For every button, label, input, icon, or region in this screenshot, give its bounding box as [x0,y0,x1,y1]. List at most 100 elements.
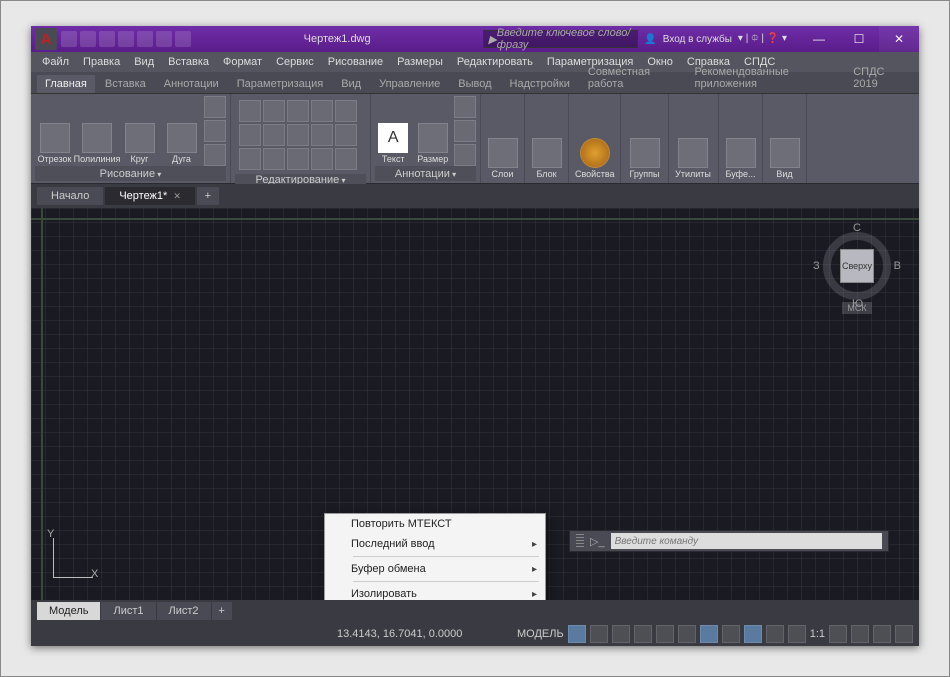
status-transp-icon[interactable] [744,625,762,643]
annot-misc-icon[interactable] [454,144,476,166]
command-input[interactable] [611,533,882,549]
ribtab-home[interactable]: Главная [37,75,95,93]
status-osnap-icon[interactable] [656,625,674,643]
annot-misc-icon[interactable] [454,120,476,142]
viewcube[interactable]: С Ю В З Сверху МСК [817,220,897,330]
ctx-item[interactable]: Повторить МТЕКСТ [325,514,545,534]
ribtab-collab[interactable]: Совместная работа [580,63,685,93]
modify-icon[interactable] [263,124,285,146]
status-sc-icon[interactable] [788,625,806,643]
modify-icon[interactable] [335,148,357,170]
tool-groups[interactable]: Группы [625,96,664,181]
tool-line[interactable]: Отрезок [35,96,74,166]
ribtab-annot[interactable]: Аннотации [156,75,227,93]
ribtab-manage[interactable]: Управление [371,75,448,93]
modify-icon[interactable] [239,148,261,170]
tool-arc[interactable]: Дуга [162,96,201,166]
ribtab-view[interactable]: Вид [333,75,369,93]
tool-view[interactable]: Вид [767,96,802,181]
qat-open-icon[interactable] [80,31,96,47]
signin-link[interactable]: Вход в службы [663,34,732,45]
ctx-item[interactable]: Последний ввод [325,534,545,554]
qat-redo-icon[interactable] [175,31,191,47]
tool-circle[interactable]: Круг [120,96,159,166]
status-iso-icon[interactable] [873,625,891,643]
status-gear-icon[interactable] [829,625,847,643]
ribtab-param[interactable]: Параметризация [229,75,331,93]
help-search-input[interactable]: ▶ Введите ключевое слово/фразу [483,30,638,48]
tool-utilities[interactable]: Утилиты [673,96,713,181]
status-dyn-icon[interactable] [700,625,718,643]
tool-properties[interactable]: Свойства [573,96,617,181]
status-max-icon[interactable] [851,625,869,643]
panel-annot-title[interactable]: Аннотации [395,168,456,180]
status-qp-icon[interactable] [766,625,784,643]
menu-modify[interactable]: Редактировать [450,54,540,70]
tool-layers[interactable]: Слои [485,96,520,181]
tool-block[interactable]: Блок [529,96,564,181]
menu-file[interactable]: Файл [35,54,76,70]
modify-icon[interactable] [311,100,333,122]
app-icon[interactable]: A [35,28,57,50]
ribtab-featured[interactable]: Рекомендованные приложения [687,63,844,93]
modify-icon[interactable] [287,100,309,122]
modify-icon[interactable] [311,124,333,146]
tool-clipboard[interactable]: Буфе... [723,96,758,181]
close-button[interactable]: ✕ [879,26,919,52]
modify-icon[interactable] [239,100,261,122]
status-snap-icon[interactable] [590,625,608,643]
maximize-button[interactable]: ☐ [839,26,879,52]
viewcube-top-face[interactable]: Сверху [840,249,874,283]
tool-text[interactable]: AТекст [375,96,412,166]
minimize-button[interactable]: — [799,26,839,52]
modify-icon[interactable] [239,124,261,146]
ribtab-insert[interactable]: Вставка [97,75,154,93]
menu-format[interactable]: Формат [216,54,269,70]
command-line[interactable]: ▷_ [569,530,889,552]
status-clean-icon[interactable] [895,625,913,643]
tab-layout1[interactable]: Лист1 [101,602,155,620]
qat-undo-icon[interactable] [156,31,172,47]
modify-icon[interactable] [287,148,309,170]
status-ortho-icon[interactable] [612,625,630,643]
status-otrack-icon[interactable] [678,625,696,643]
user-icon[interactable]: 👤 [644,34,656,45]
new-tab-button[interactable]: + [197,187,219,205]
close-tab-icon[interactable]: ✕ [173,191,181,202]
menu-insert[interactable]: Вставка [161,54,216,70]
tool-dimension[interactable]: Размер [415,96,452,166]
status-lwt-icon[interactable] [722,625,740,643]
modify-icon[interactable] [335,100,357,122]
ribtab-spds[interactable]: СПДС 2019 [845,63,913,93]
qat-new-icon[interactable] [61,31,77,47]
annot-misc-icon[interactable] [454,96,476,118]
modify-icon[interactable] [311,148,333,170]
tab-model[interactable]: Модель [37,602,100,620]
qat-saveas-icon[interactable] [118,31,134,47]
panel-draw-title[interactable]: Рисование [100,168,162,180]
menu-dims[interactable]: Размеры [390,54,450,70]
status-space[interactable]: МОДЕЛЬ [517,628,564,640]
ribtab-addins[interactable]: Надстройки [502,75,578,93]
ctx-item[interactable]: Изолировать [325,584,545,600]
status-grid-icon[interactable] [568,625,586,643]
modify-icon[interactable] [335,124,357,146]
add-layout-button[interactable]: + [212,602,232,620]
draw-misc-icon[interactable] [204,120,226,142]
status-polar-icon[interactable] [634,625,652,643]
status-scale[interactable]: 1:1 [810,628,825,640]
ctx-item[interactable]: Буфер обмена [325,559,545,579]
qat-plot-icon[interactable] [137,31,153,47]
qat-save-icon[interactable] [99,31,115,47]
menu-draw[interactable]: Рисование [321,54,390,70]
draw-misc-icon[interactable] [204,96,226,118]
modify-icon[interactable] [287,124,309,146]
tool-polyline[interactable]: Полилиния [77,96,117,166]
cmdline-grip-icon[interactable] [576,534,584,548]
drawing-canvas[interactable]: Y X С Ю В З Сверху МСК Повторить МТЕКСТП… [31,208,919,600]
tab-start[interactable]: Начало [37,187,103,205]
tab-drawing1[interactable]: Чертеж1*✕ [105,187,195,205]
tab-layout2[interactable]: Лист2 [157,602,211,620]
draw-misc-icon[interactable] [204,144,226,166]
modify-icon[interactable] [263,148,285,170]
